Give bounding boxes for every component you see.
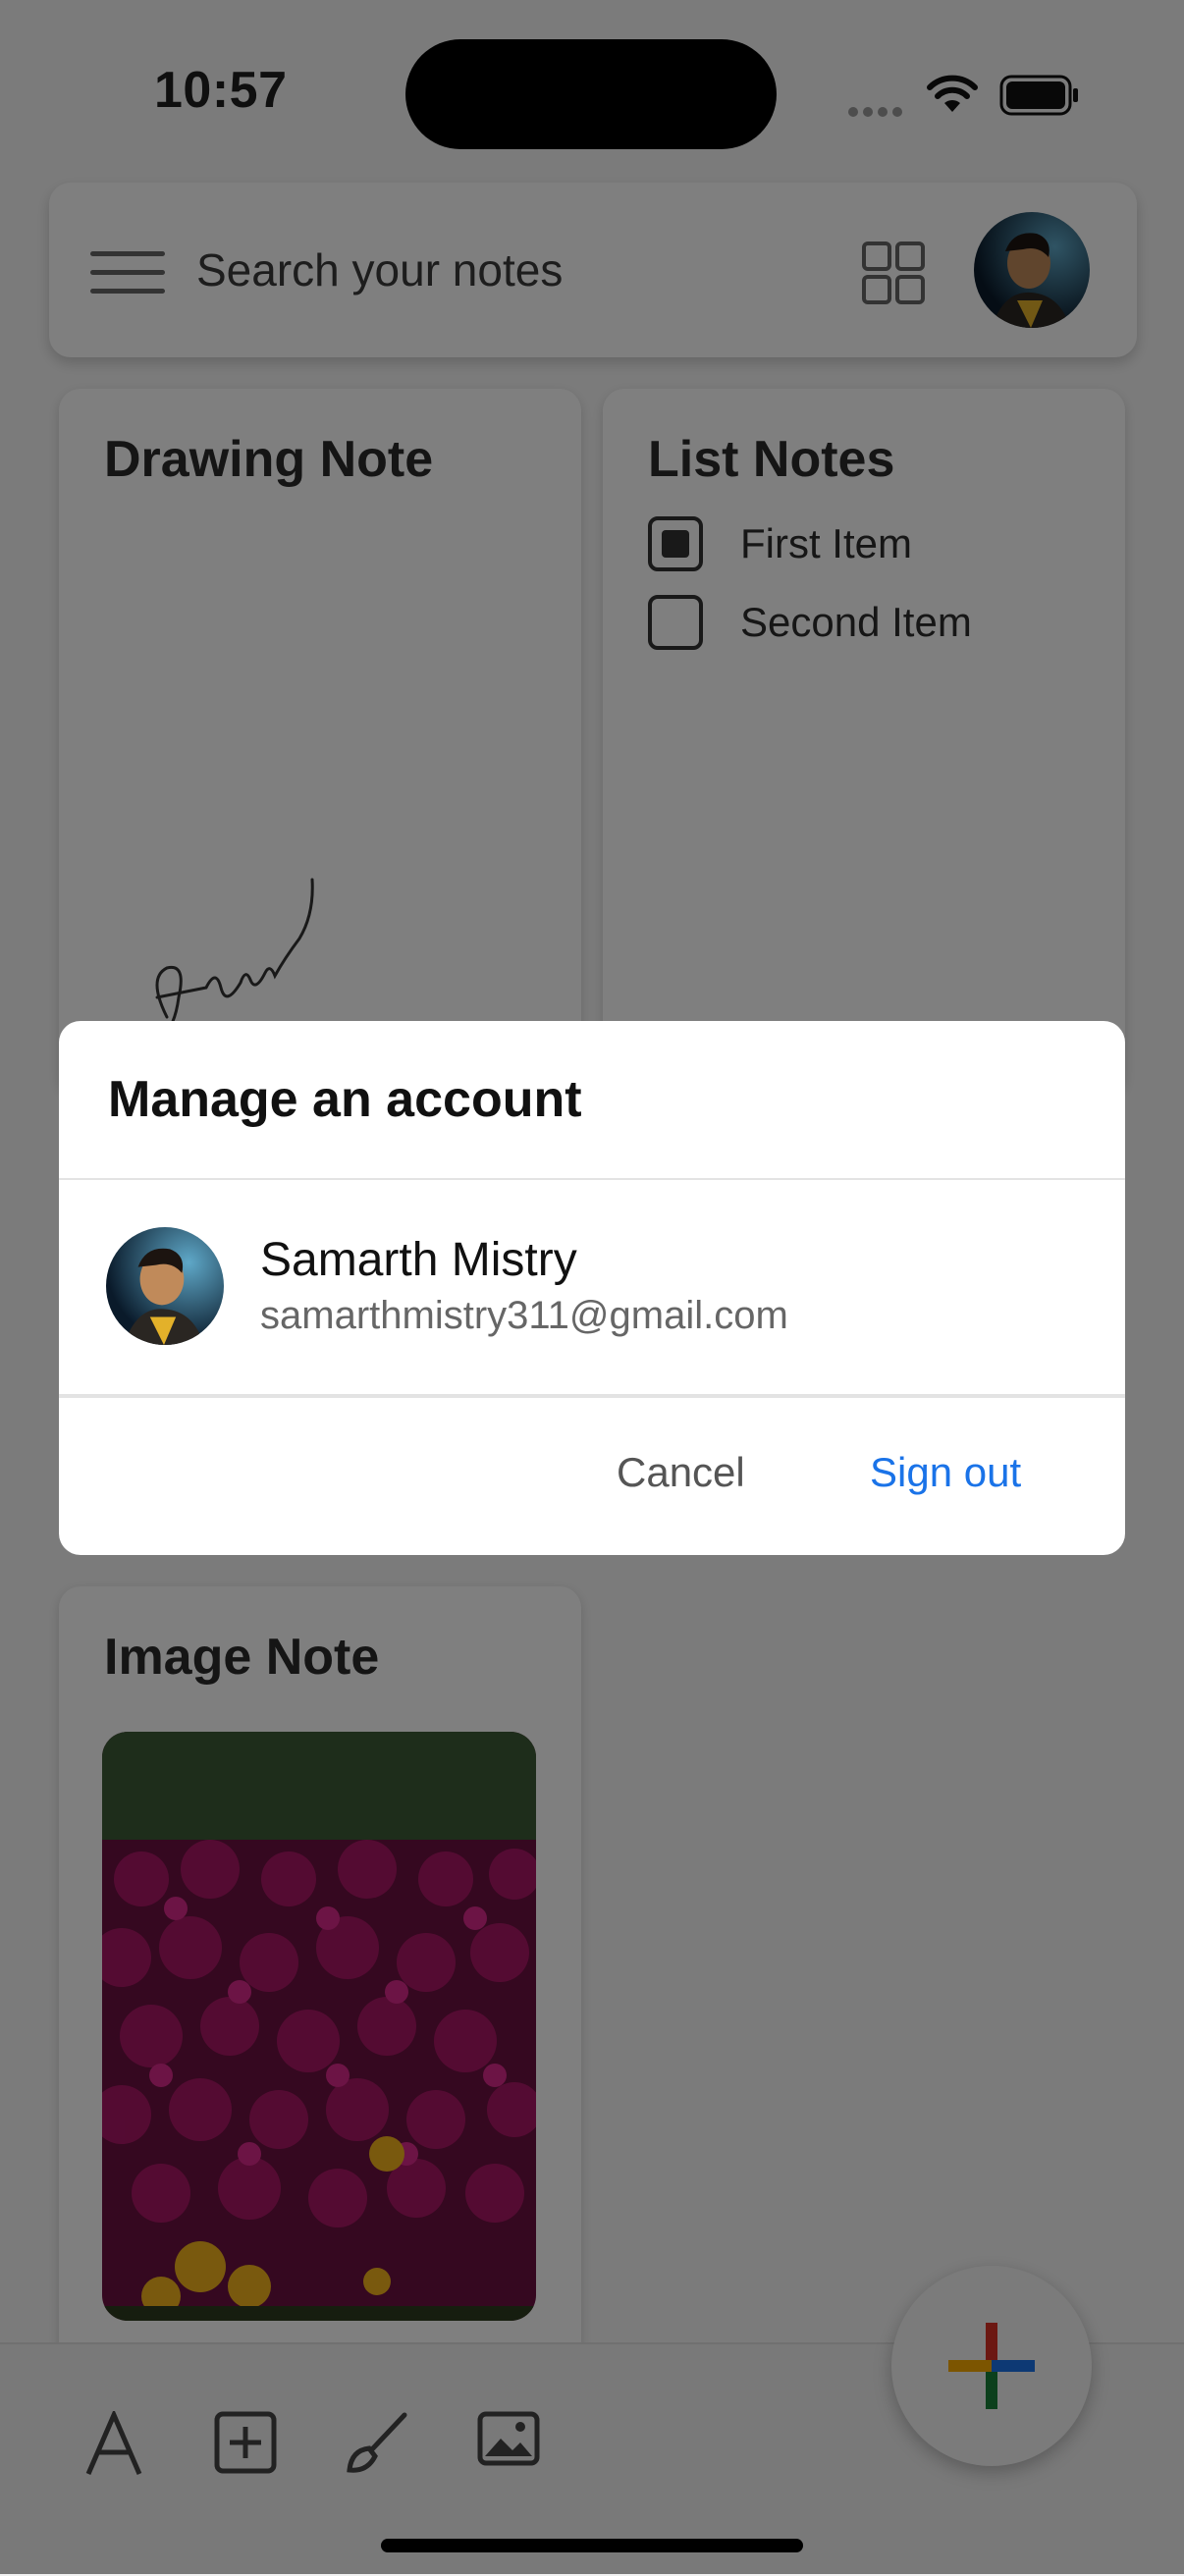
account-name: Samarth Mistry xyxy=(260,1234,577,1286)
cancel-button[interactable]: Cancel xyxy=(617,1449,745,1496)
divider xyxy=(59,1178,1125,1180)
account-avatar xyxy=(106,1227,224,1345)
sign-out-button[interactable]: Sign out xyxy=(870,1449,1021,1496)
divider xyxy=(59,1394,1125,1398)
manage-account-dialog: Manage an account Samarth Mistry samarth… xyxy=(59,1021,1125,1555)
dialog-title: Manage an account xyxy=(108,1071,582,1128)
account-email: samarthmistry311@gmail.com xyxy=(260,1294,788,1337)
